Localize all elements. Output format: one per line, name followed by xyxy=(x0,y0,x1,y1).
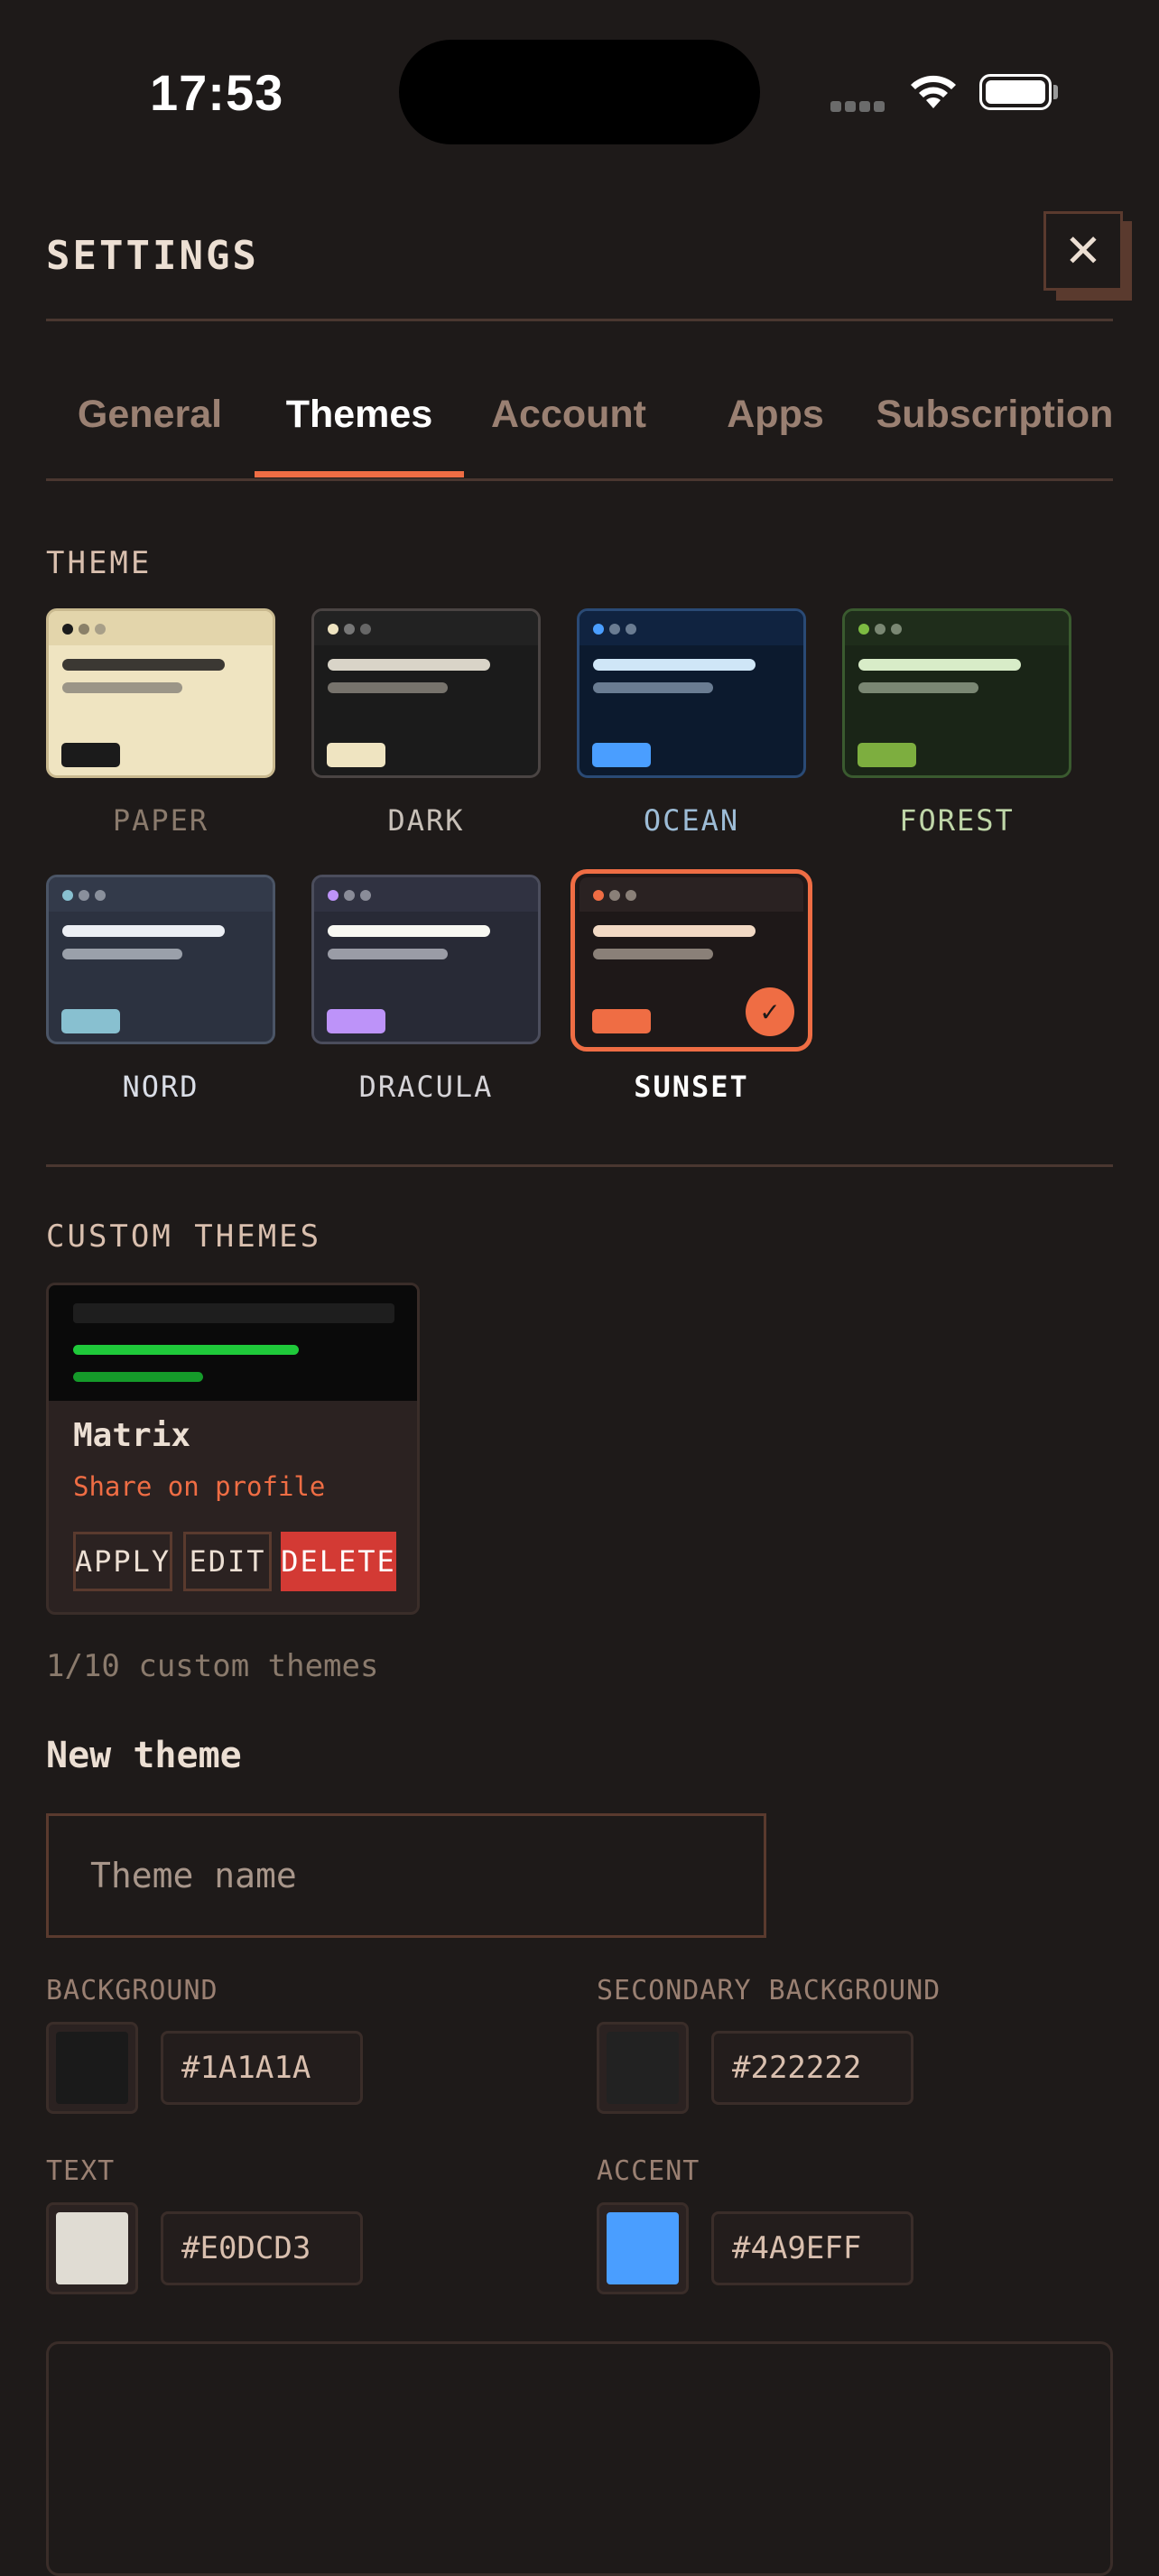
accent-color-label: ACCENT xyxy=(597,2155,700,2187)
apply-button[interactable]: APPLY xyxy=(73,1532,172,1591)
theme-name-ocean: OCEAN xyxy=(643,803,740,838)
section-divider xyxy=(46,1164,1113,1167)
secondary-background-swatch[interactable] xyxy=(597,2022,689,2114)
new-theme-heading: New theme xyxy=(46,1735,242,1776)
page-title: SETTINGS xyxy=(46,233,259,279)
tab-themes[interactable]: Themes xyxy=(262,393,457,437)
custom-themes-label: CUSTOM THEMES xyxy=(46,1219,322,1255)
background-swatch[interactable] xyxy=(46,2022,138,2114)
accent-color-swatch[interactable] xyxy=(597,2202,689,2294)
text-color-label: TEXT xyxy=(46,2155,116,2187)
custom-theme-card: Matrix Share on profile APPLY EDIT DELET… xyxy=(46,1283,420,1615)
theme-card-nord[interactable] xyxy=(46,875,275,1044)
theme-name-dracula: DRACULA xyxy=(358,1070,494,1104)
custom-theme-name: Matrix xyxy=(73,1417,191,1454)
secondary-background-hex-input[interactable]: #222222 xyxy=(711,2031,913,2105)
delete-button[interactable]: DELETE xyxy=(281,1532,396,1591)
background-label: BACKGROUND xyxy=(46,1975,218,2006)
battery-tip xyxy=(1053,85,1058,99)
wifi-icon xyxy=(911,75,956,108)
theme-name-sunset: SUNSET xyxy=(634,1070,749,1104)
tabs-divider xyxy=(46,478,1113,481)
theme-name-paper: PAPER xyxy=(112,803,209,838)
theme-section-label: THEME xyxy=(46,545,153,581)
tab-apps[interactable]: Apps xyxy=(706,393,845,437)
active-tab-indicator xyxy=(255,471,464,477)
edit-button[interactable]: EDIT xyxy=(183,1532,272,1591)
theme-name-input[interactable]: Theme name xyxy=(46,1813,766,1938)
tab-general[interactable]: General xyxy=(60,393,240,437)
secondary-background-label: SECONDARY BACKGROUND xyxy=(597,1975,941,2006)
theme-card-dracula[interactable] xyxy=(311,875,541,1044)
dynamic-island xyxy=(399,40,760,144)
theme-name-dark: DARK xyxy=(387,803,465,838)
text-color-hex-input[interactable]: #E0DCD3 xyxy=(161,2211,363,2285)
theme-card-forest[interactable] xyxy=(842,608,1071,778)
close-icon: ✕ xyxy=(1064,225,1102,277)
theme-card-dark[interactable] xyxy=(311,608,541,778)
theme-card-ocean[interactable] xyxy=(577,608,806,778)
accent-color-hex-input[interactable]: #4A9EFF xyxy=(711,2211,913,2285)
signal-icon xyxy=(874,101,885,112)
signal-icon xyxy=(845,101,856,112)
text-color-swatch[interactable] xyxy=(46,2202,138,2294)
close-button[interactable]: ✕ xyxy=(1043,211,1123,291)
background-hex-input[interactable]: #1A1A1A xyxy=(161,2031,363,2105)
status-time: 17:53 xyxy=(150,64,284,121)
tab-subscription[interactable]: Subscription xyxy=(876,393,1114,437)
header-divider xyxy=(46,319,1113,321)
custom-themes-count: 1/10 custom themes xyxy=(46,1648,379,1684)
signal-icon xyxy=(830,101,841,112)
custom-theme-preview xyxy=(49,1285,417,1401)
theme-name-nord: NORD xyxy=(122,1070,199,1104)
theme-name-forest: FOREST xyxy=(899,803,1015,838)
battery-icon xyxy=(979,74,1052,110)
theme-preview-panel xyxy=(46,2341,1113,2576)
tab-account[interactable]: Account xyxy=(469,393,668,437)
share-on-profile-link[interactable]: Share on profile xyxy=(73,1471,325,1502)
theme-card-paper[interactable] xyxy=(46,608,275,778)
signal-icon xyxy=(859,101,870,112)
selected-check-icon: ✓ xyxy=(746,987,794,1036)
